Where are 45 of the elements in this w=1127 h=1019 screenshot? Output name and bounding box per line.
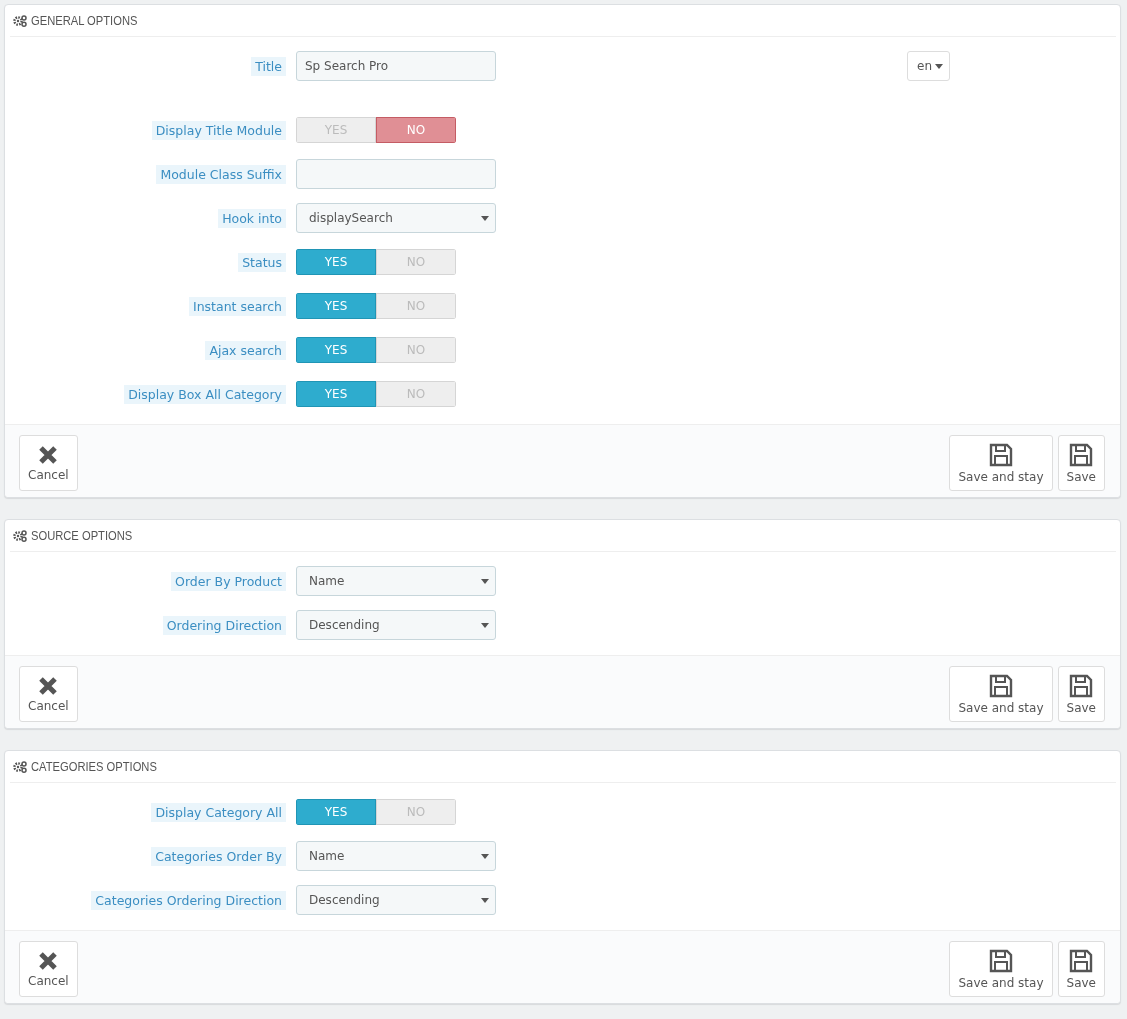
dropdown-field[interactable]: Descending [296, 610, 496, 640]
field-label: Title [251, 56, 286, 76]
text-field[interactable]: Sp Search Pro [296, 51, 496, 81]
cancel-button[interactable]: Cancel [19, 435, 78, 491]
language-dropdown[interactable]: en [907, 51, 950, 81]
caret-icon [481, 897, 489, 903]
cancel-button[interactable]: Cancel [19, 666, 78, 722]
text-field[interactable] [296, 159, 496, 189]
caret-icon [935, 63, 943, 69]
field-label: Display Title Module [151, 120, 286, 140]
field-label: Ordering Direction [162, 615, 286, 635]
gears-icon [13, 529, 27, 542]
save-button[interactable]: Save [1057, 666, 1105, 722]
close-icon [38, 675, 59, 696]
caret-icon [481, 622, 489, 628]
field-label: Display Box All Category [124, 384, 286, 404]
dropdown-field[interactable]: Name [296, 566, 496, 596]
field-label: Status [238, 252, 286, 272]
panel-title: SOURCE OPTIONS [31, 528, 133, 543]
save-and-stay-button[interactable]: Save and stay [949, 435, 1053, 491]
dropdown-field[interactable]: Descending [296, 885, 496, 915]
panel-title: GENERAL OPTIONS [31, 13, 138, 28]
save-button[interactable]: Save [1057, 435, 1105, 491]
caret-icon [481, 853, 489, 859]
caret-icon [481, 578, 489, 584]
caret-icon [481, 215, 489, 221]
field-label: Instant search [189, 296, 286, 316]
field-label: Module Class Suffix [156, 164, 286, 184]
cancel-button[interactable]: Cancel [19, 941, 78, 997]
field-label: Categories Ordering Direction [91, 890, 286, 910]
dropdown-field[interactable]: Name [296, 841, 496, 871]
field-label: Hook into [218, 208, 286, 228]
gears-icon [13, 14, 27, 27]
close-icon [38, 950, 59, 971]
panel-title: CATEGORIES OPTIONS [31, 759, 157, 774]
field-label: Ajax search [205, 340, 286, 360]
save-and-stay-button[interactable]: Save and stay [949, 941, 1053, 997]
field-label: Categories Order By [151, 846, 286, 866]
save-and-stay-button[interactable]: Save and stay [949, 666, 1053, 722]
close-icon [38, 444, 59, 465]
dropdown-field[interactable]: displaySearch [296, 203, 496, 233]
field-label: Order By Product [171, 571, 286, 591]
field-label: Display Category All [151, 802, 286, 822]
save-button[interactable]: Save [1057, 941, 1105, 997]
gears-icon [13, 760, 27, 773]
